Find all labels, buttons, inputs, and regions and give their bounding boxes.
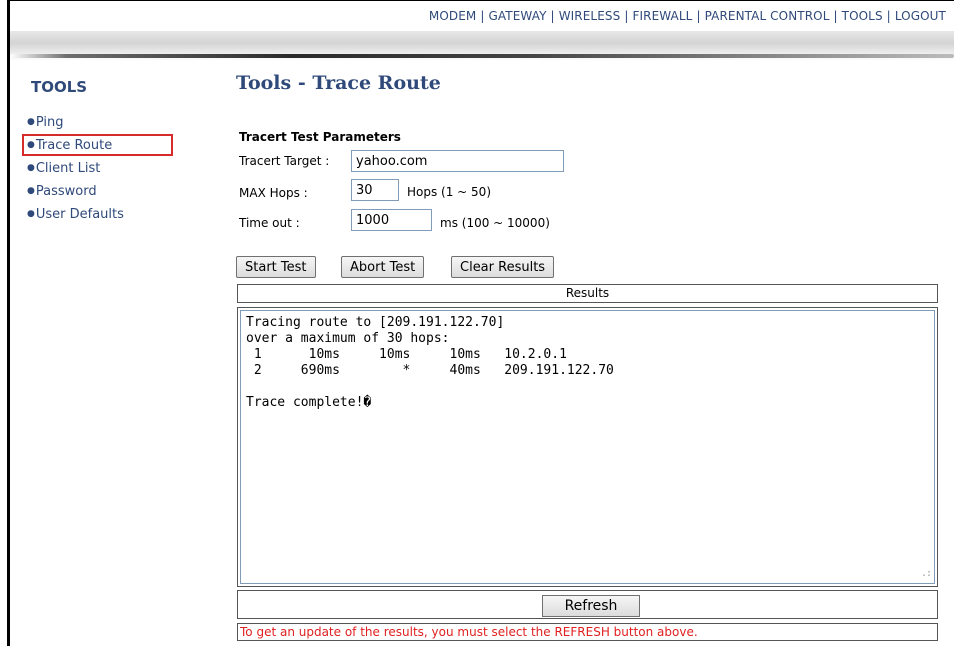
nav-separator: |: [624, 9, 629, 23]
trace-line: over a maximum of 30 hops:: [246, 331, 450, 346]
results-header: Results: [237, 284, 938, 303]
bullet-icon: ●: [27, 117, 35, 127]
nav-separator: |: [696, 9, 701, 23]
bullet-icon: ●: [27, 209, 35, 219]
nav-modem[interactable]: MODEM: [429, 9, 476, 23]
nav-separator: |: [550, 9, 555, 23]
nav-gateway[interactable]: GATEWAY: [489, 9, 547, 23]
active-item-highlight: [22, 134, 173, 156]
sidebar-item-label: Client List: [35, 161, 101, 176]
sidebar-title: TOOLS: [31, 78, 88, 96]
top-navigation: MODEM | GATEWAY | WIRELESS | FIREWALL | PARENTAL…: [429, 9, 946, 23]
nav-separator: |: [886, 9, 891, 23]
frame-left-border: [7, 0, 10, 646]
timeout-hint: ms (100 ~ 10000): [440, 216, 550, 230]
max-hops-hint: Hops (1 ~ 50): [407, 185, 491, 199]
section-title: Tracert Test Parameters: [239, 130, 401, 144]
nav-separator: |: [480, 9, 485, 23]
sidebar-item-client-list[interactable]: ●Client List: [27, 160, 124, 183]
sidebar-item-label: Password: [35, 184, 97, 199]
frame-top-border: [7, 0, 954, 1]
max-hops-label: MAX Hops :: [239, 186, 308, 200]
timeout-label: Time out :: [239, 216, 300, 230]
target-label: Tracert Target :: [239, 154, 330, 168]
refresh-row: Refresh: [237, 590, 938, 619]
nav-logout[interactable]: LOGOUT: [895, 9, 946, 23]
nav-firewall[interactable]: FIREWALL: [632, 9, 692, 23]
trace-line: 1 10ms 10ms 10ms 10.2.0.1: [246, 347, 567, 362]
refresh-button[interactable]: Refresh: [542, 595, 640, 617]
header-divider: [10, 54, 954, 58]
sidebar-item-user-defaults[interactable]: ●User Defaults: [27, 206, 124, 229]
nav-tools[interactable]: TOOLS: [842, 9, 883, 23]
trace-line: Trace complete!�: [246, 395, 372, 410]
page-title: Tools - Trace Route: [236, 72, 441, 94]
target-input[interactable]: [351, 150, 564, 172]
results-panel: Tracing route to [209.191.122.70] over a…: [237, 307, 938, 587]
nav-separator: |: [833, 9, 838, 23]
timeout-input[interactable]: [351, 209, 432, 231]
resize-grip-icon[interactable]: .:: [921, 566, 932, 582]
trace-line: Tracing route to [209.191.122.70]: [246, 315, 505, 330]
sidebar-menu: ●Ping ●Trace Route ●Client List ●Passwor…: [27, 114, 124, 229]
clear-results-button[interactable]: Clear Results: [451, 256, 555, 278]
bullet-icon: ●: [27, 186, 35, 196]
trace-line: 2 690ms * 40ms 209.191.122.70: [246, 363, 614, 378]
sidebar-item-password[interactable]: ●Password: [27, 183, 124, 206]
sidebar-item-label: Ping: [35, 115, 64, 130]
bullet-icon: ●: [27, 163, 35, 173]
refresh-note: To get an update of the results, you mus…: [237, 623, 938, 641]
sidebar-item-label: User Defaults: [35, 207, 124, 222]
abort-test-button[interactable]: Abort Test: [341, 256, 425, 278]
trace-line: [246, 379, 929, 395]
nav-parental-control[interactable]: PARENTAL CONTROL: [705, 9, 830, 23]
results-textarea[interactable]: Tracing route to [209.191.122.70] over a…: [240, 310, 935, 584]
start-test-button[interactable]: Start Test: [236, 256, 316, 278]
nav-wireless[interactable]: WIRELESS: [559, 9, 621, 23]
max-hops-input[interactable]: [351, 179, 399, 201]
